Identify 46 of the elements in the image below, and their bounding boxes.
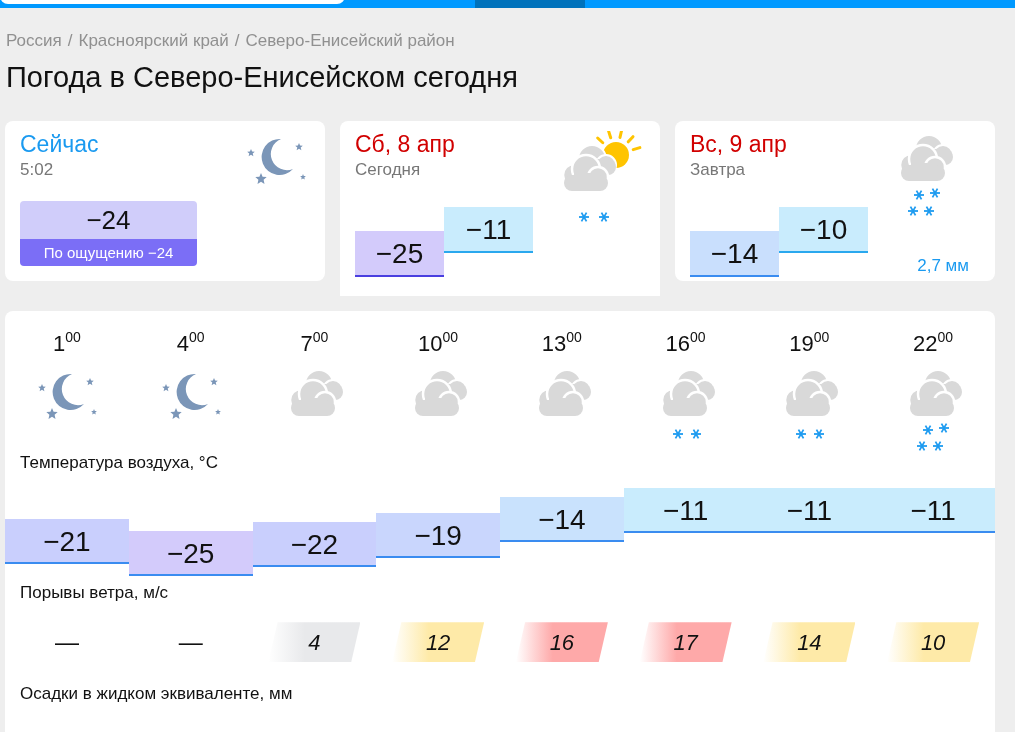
- wind-gust-value: 16: [515, 622, 608, 663]
- breadcrumb-separator: /: [66, 31, 74, 50]
- low-temperature: −25: [355, 230, 444, 277]
- temperature-bar: −22: [252, 521, 377, 567]
- temperature-bar: −11: [747, 487, 872, 533]
- no-data-dash: —: [54, 627, 79, 658]
- precipitation-amount: 2,7 мм: [917, 255, 969, 278]
- card-subheading: Сегодня: [355, 159, 422, 182]
- wind-gust-value: 17: [639, 622, 732, 663]
- nav-tab[interactable]: [475, 0, 585, 8]
- high-temperature: −11: [444, 206, 533, 253]
- hour-label: 19$^{00}$: [789, 327, 830, 359]
- card-heading: Вс, 9 апр: [690, 131, 788, 158]
- card-subheading: 5:02: [20, 159, 55, 182]
- hour-label: 10$^{00}$: [418, 327, 459, 359]
- hour-label: 1$^{00}$: [52, 327, 81, 359]
- breadcrumb-separator: /: [233, 31, 241, 50]
- wind-gust-value: 12: [392, 622, 485, 663]
- temperature-bar: −11: [871, 487, 995, 533]
- temperature-bar: −25: [128, 530, 253, 576]
- page-title: Погода в Северо-Енисейском сегодня: [5, 59, 519, 95]
- card-heading: Сб, 8 апр: [355, 131, 456, 158]
- high-temperature: −10: [779, 206, 868, 253]
- hour-label: 13$^{00}$: [541, 327, 582, 359]
- temperature-bar: −19: [376, 512, 500, 558]
- section-label: Осадки в жидком эквиваленте, мм: [19, 683, 294, 706]
- temperature-bar: −11: [623, 487, 748, 533]
- hour-label: 7$^{00}$: [300, 327, 329, 359]
- no-data-dash: —: [178, 627, 203, 658]
- section-label: Температура воздуха, °C: [19, 452, 219, 475]
- section-label: Порывы ветра, м/с: [19, 581, 170, 604]
- feels-like-temperature: По ощущению −24: [20, 238, 197, 266]
- low-temperature: −14: [690, 230, 779, 277]
- hour-label: 4$^{00}$: [176, 327, 205, 359]
- day-forecast-card[interactable]: Вс, 9 апр Завтра −14 −10 2,7 мм: [675, 121, 995, 282]
- wind-gust-value: 14: [763, 622, 856, 663]
- temperature-bar: −14: [500, 497, 624, 543]
- hour-label: 16$^{00}$: [665, 327, 706, 359]
- card-subheading: Завтра: [690, 159, 747, 182]
- current-temperature: −24: [20, 200, 197, 239]
- card-heading: Сейчас: [20, 131, 100, 158]
- wind-gust-value: 10: [887, 622, 980, 663]
- temperature-bar: −21: [5, 518, 129, 564]
- hour-label: 22$^{00}$: [913, 327, 954, 359]
- current-weather-card[interactable]: Сейчас 5:02 −24 По ощущению −24: [5, 121, 325, 282]
- day-forecast-card[interactable]: Сб, 8 апр Сегодня −25 −11: [340, 121, 660, 297]
